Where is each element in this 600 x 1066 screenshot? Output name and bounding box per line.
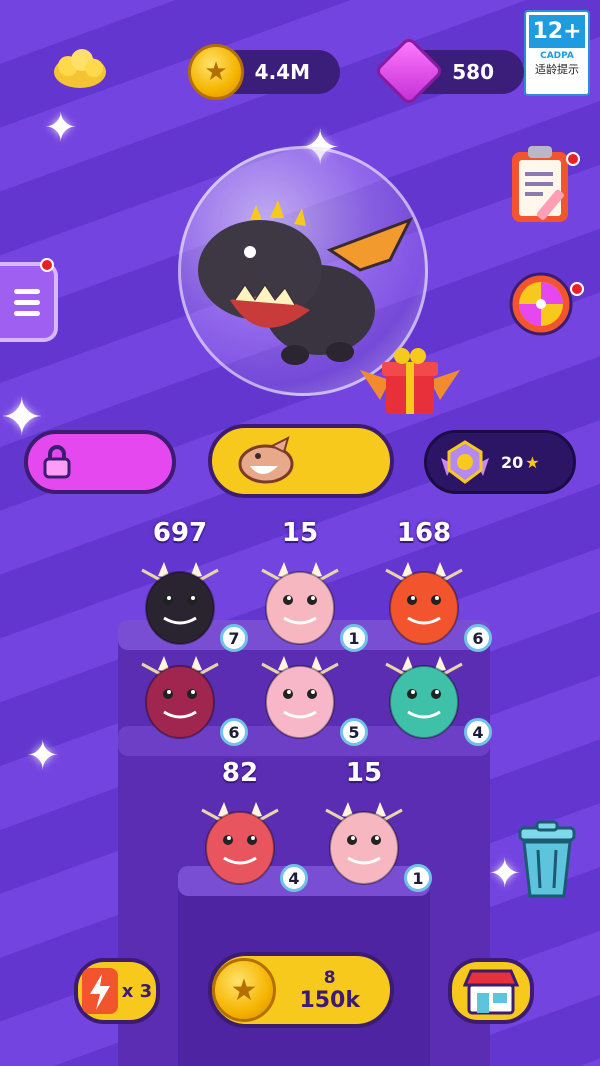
creature-icon[interactable]	[134, 650, 226, 742]
creature-icon[interactable]	[318, 796, 410, 888]
creature-icon[interactable]	[254, 556, 346, 648]
shop-button[interactable]	[448, 958, 534, 1024]
boost-multiplier: x 3	[121, 980, 153, 1002]
hamburger-line	[14, 288, 40, 294]
wheel-icon	[509, 272, 573, 336]
age-rating-org: CADPA	[540, 51, 574, 61]
gem-value: 580	[452, 60, 494, 84]
sparkle-icon: ✦	[26, 733, 60, 779]
popcorn-icon[interactable]	[52, 46, 108, 90]
creature-score: 168	[396, 518, 452, 548]
creature-score: 15	[345, 758, 383, 788]
rank-button[interactable]: 20 ★	[424, 430, 576, 494]
sparkle-icon: ✦	[44, 105, 78, 151]
creature-level-badge: 7	[220, 624, 248, 652]
creature-level-badge: 4	[464, 718, 492, 746]
hamburger-line	[14, 299, 40, 305]
creature-level-badge: 5	[340, 718, 368, 746]
buy-count: 8	[323, 967, 336, 988]
creature-score: 15	[281, 518, 319, 548]
creature-score: 697	[152, 518, 208, 548]
age-rating-tip: 适龄提示	[535, 63, 579, 76]
dragon-head-icon	[238, 436, 294, 484]
coin-value: 4.4M	[254, 60, 310, 84]
shop-icon	[463, 969, 519, 1015]
hamburger-line	[14, 310, 40, 316]
summon-creature-button[interactable]	[208, 424, 394, 498]
buy-price: 150k	[299, 987, 360, 1013]
creature-level-badge: 6	[220, 718, 248, 746]
creature-icon[interactable]	[378, 556, 470, 648]
creature-level-badge: 1	[404, 864, 432, 892]
rank-stars-value: 20	[501, 452, 524, 472]
lightning-icon	[81, 968, 118, 1014]
lock-icon	[43, 445, 71, 479]
age-rating-badge: 12+ CADPA 适龄提示	[524, 10, 590, 96]
creature-icon[interactable]	[378, 650, 470, 742]
coin-icon: ★	[188, 44, 244, 100]
star-icon: ★	[525, 452, 540, 472]
creature-icon[interactable]	[194, 796, 286, 888]
notification-dot	[566, 152, 580, 166]
creature-level-badge: 4	[280, 864, 308, 892]
rank-badge-icon	[441, 440, 489, 484]
age-rating-number: 12+	[529, 15, 585, 48]
lucky-wheel-button[interactable]	[504, 262, 578, 342]
locked-slot-button[interactable]	[24, 430, 176, 494]
notification-dot	[40, 258, 54, 272]
gift-icon[interactable]	[350, 340, 470, 420]
creature-level-badge: 1	[340, 624, 368, 652]
notification-dot	[570, 282, 584, 296]
creature-icon[interactable]	[254, 650, 346, 742]
creature-level-badge: 6	[464, 624, 492, 652]
creature-icon[interactable]	[134, 556, 226, 648]
creature-score: 82	[221, 758, 259, 788]
boost-button[interactable]: x 3	[74, 958, 160, 1024]
menu-button[interactable]	[0, 262, 58, 342]
trash-icon[interactable]	[512, 820, 582, 900]
coin-icon: ★	[212, 958, 276, 1022]
